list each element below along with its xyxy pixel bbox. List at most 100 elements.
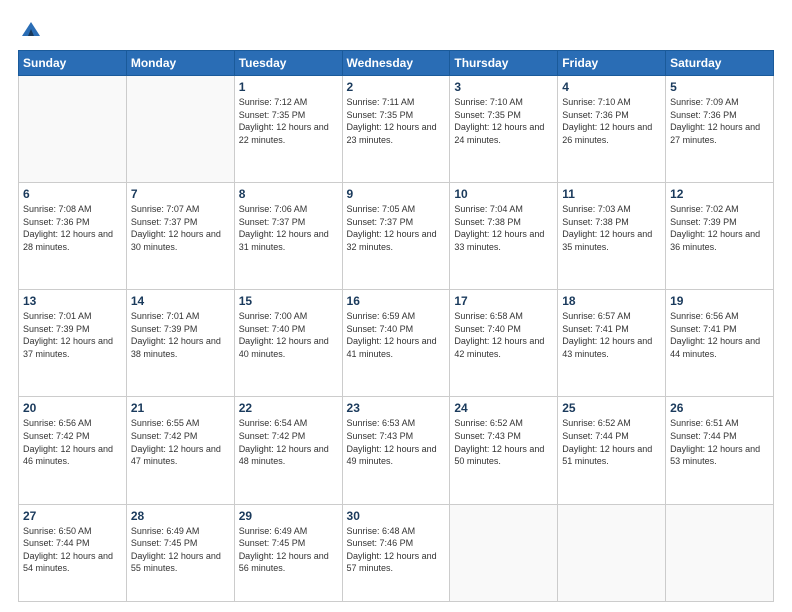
day-info: Sunrise: 6:56 AMSunset: 7:41 PMDaylight:… — [670, 310, 769, 360]
day-number: 30 — [347, 509, 446, 523]
day-number: 6 — [23, 187, 122, 201]
day-number: 22 — [239, 401, 338, 415]
day-number: 25 — [562, 401, 661, 415]
day-number: 14 — [131, 294, 230, 308]
day-number: 9 — [347, 187, 446, 201]
day-info: Sunrise: 6:55 AMSunset: 7:42 PMDaylight:… — [131, 417, 230, 467]
calendar-cell: 8 Sunrise: 7:06 AMSunset: 7:37 PMDaylight… — [234, 183, 342, 290]
day-number: 24 — [454, 401, 553, 415]
day-number: 21 — [131, 401, 230, 415]
day-info: Sunrise: 7:10 AMSunset: 7:36 PMDaylight:… — [562, 96, 661, 146]
day-info: Sunrise: 7:05 AMSunset: 7:37 PMDaylight:… — [347, 203, 446, 253]
calendar-cell: 14Sunrise: 7:01 AMSunset: 7:39 PMDayligh… — [126, 290, 234, 397]
calendar-cell — [126, 76, 234, 183]
day-number: 4 — [562, 80, 661, 94]
weekday-header-saturday: Saturday — [666, 51, 774, 76]
day-info: Sunrise: 6:54 AMSunset: 7:42 PMDaylight:… — [239, 417, 338, 467]
day-number: 17 — [454, 294, 553, 308]
day-number: 5 — [670, 80, 769, 94]
week-row-2: 6 Sunrise: 7:08 AMSunset: 7:36 PMDaylight… — [19, 183, 774, 290]
day-number: 29 — [239, 509, 338, 523]
calendar-cell — [558, 504, 666, 601]
day-info: Sunrise: 7:08 AMSunset: 7:36 PMDaylight:… — [23, 203, 122, 253]
day-number: 11 — [562, 187, 661, 201]
day-number: 12 — [670, 187, 769, 201]
week-row-3: 13 Sunrise: 7:01 AMSunset: 7:39 PMDayligh… — [19, 290, 774, 397]
calendar-cell: 15 Sunrise: 7:00 AMSunset: 7:40 PMDayligh… — [234, 290, 342, 397]
day-info: Sunrise: 6:52 AMSunset: 7:44 PMDaylight:… — [562, 417, 661, 467]
day-info: Sunrise: 6:49 AMSunset: 7:45 PMDaylight:… — [131, 525, 230, 575]
calendar-cell: 6 Sunrise: 7:08 AMSunset: 7:36 PMDaylight… — [19, 183, 127, 290]
calendar-cell: 1Sunrise: 7:12 AMSunset: 7:35 PMDaylight… — [234, 76, 342, 183]
day-number: 8 — [239, 187, 338, 201]
page: SundayMondayTuesdayWednesdayThursdayFrid… — [0, 0, 792, 612]
day-info: Sunrise: 7:07 AMSunset: 7:37 PMDaylight:… — [131, 203, 230, 253]
day-info: Sunrise: 7:12 AMSunset: 7:35 PMDaylight:… — [239, 96, 338, 146]
day-info: Sunrise: 6:59 AMSunset: 7:40 PMDaylight:… — [347, 310, 446, 360]
calendar-cell: 24 Sunrise: 6:52 AMSunset: 7:43 PMDayligh… — [450, 397, 558, 504]
calendar-cell: 2Sunrise: 7:11 AMSunset: 7:35 PMDaylight… — [342, 76, 450, 183]
header — [18, 18, 774, 40]
weekday-header-friday: Friday — [558, 51, 666, 76]
day-number: 27 — [23, 509, 122, 523]
day-info: Sunrise: 6:48 AMSunset: 7:46 PMDaylight:… — [347, 525, 446, 575]
calendar-cell: 21 Sunrise: 6:55 AMSunset: 7:42 PMDayligh… — [126, 397, 234, 504]
week-row-1: 1Sunrise: 7:12 AMSunset: 7:35 PMDaylight… — [19, 76, 774, 183]
day-info: Sunrise: 7:04 AMSunset: 7:38 PMDaylight:… — [454, 203, 553, 253]
logo-icon — [20, 18, 42, 40]
week-row-4: 20 Sunrise: 6:56 AMSunset: 7:42 PMDayligh… — [19, 397, 774, 504]
day-info: Sunrise: 7:06 AMSunset: 7:37 PMDaylight:… — [239, 203, 338, 253]
calendar-cell: 20 Sunrise: 6:56 AMSunset: 7:42 PMDayligh… — [19, 397, 127, 504]
day-number: 28 — [131, 509, 230, 523]
day-info: Sunrise: 6:56 AMSunset: 7:42 PMDaylight:… — [23, 417, 122, 467]
calendar-cell: 7 Sunrise: 7:07 AMSunset: 7:37 PMDaylight… — [126, 183, 234, 290]
calendar-cell: 17 Sunrise: 6:58 AMSunset: 7:40 PMDayligh… — [450, 290, 558, 397]
calendar-cell: 16 Sunrise: 6:59 AMSunset: 7:40 PMDayligh… — [342, 290, 450, 397]
calendar-cell: 19 Sunrise: 6:56 AMSunset: 7:41 PMDayligh… — [666, 290, 774, 397]
day-number: 10 — [454, 187, 553, 201]
week-row-5: 27Sunrise: 6:50 AMSunset: 7:44 PMDayligh… — [19, 504, 774, 601]
calendar-cell: 4 Sunrise: 7:10 AMSunset: 7:36 PMDaylight… — [558, 76, 666, 183]
calendar-cell: 18 Sunrise: 6:57 AMSunset: 7:41 PMDayligh… — [558, 290, 666, 397]
calendar-cell — [19, 76, 127, 183]
day-number: 13 — [23, 294, 122, 308]
calendar-cell — [450, 504, 558, 601]
calendar-cell: 9 Sunrise: 7:05 AMSunset: 7:37 PMDaylight… — [342, 183, 450, 290]
day-number: 18 — [562, 294, 661, 308]
calendar-cell: 3 Sunrise: 7:10 AMSunset: 7:35 PMDaylight… — [450, 76, 558, 183]
day-number: 15 — [239, 294, 338, 308]
day-number: 26 — [670, 401, 769, 415]
day-info: Sunrise: 7:02 AMSunset: 7:39 PMDaylight:… — [670, 203, 769, 253]
calendar-cell: 11Sunrise: 7:03 AMSunset: 7:38 PMDayligh… — [558, 183, 666, 290]
day-number: 3 — [454, 80, 553, 94]
day-info: Sunrise: 6:58 AMSunset: 7:40 PMDaylight:… — [454, 310, 553, 360]
day-info: Sunrise: 6:51 AMSunset: 7:44 PMDaylight:… — [670, 417, 769, 467]
calendar-cell: 22 Sunrise: 6:54 AMSunset: 7:42 PMDayligh… — [234, 397, 342, 504]
weekday-header-thursday: Thursday — [450, 51, 558, 76]
calendar-cell: 12 Sunrise: 7:02 AMSunset: 7:39 PMDayligh… — [666, 183, 774, 290]
calendar-cell: 29 Sunrise: 6:49 AMSunset: 7:45 PMDayligh… — [234, 504, 342, 601]
calendar-cell: 13 Sunrise: 7:01 AMSunset: 7:39 PMDayligh… — [19, 290, 127, 397]
calendar-cell: 5Sunrise: 7:09 AMSunset: 7:36 PMDaylight… — [666, 76, 774, 183]
calendar-cell: 27Sunrise: 6:50 AMSunset: 7:44 PMDayligh… — [19, 504, 127, 601]
weekday-header-monday: Monday — [126, 51, 234, 76]
day-info: Sunrise: 7:10 AMSunset: 7:35 PMDaylight:… — [454, 96, 553, 146]
calendar-cell: 10 Sunrise: 7:04 AMSunset: 7:38 PMDayligh… — [450, 183, 558, 290]
day-number: 19 — [670, 294, 769, 308]
day-info: Sunrise: 7:00 AMSunset: 7:40 PMDaylight:… — [239, 310, 338, 360]
day-info: Sunrise: 7:11 AMSunset: 7:35 PMDaylight:… — [347, 96, 446, 146]
day-info: Sunrise: 6:57 AMSunset: 7:41 PMDaylight:… — [562, 310, 661, 360]
calendar-cell: 28 Sunrise: 6:49 AMSunset: 7:45 PMDayligh… — [126, 504, 234, 601]
day-info: Sunrise: 6:52 AMSunset: 7:43 PMDaylight:… — [454, 417, 553, 467]
day-info: Sunrise: 7:01 AMSunset: 7:39 PMDaylight:… — [23, 310, 122, 360]
day-info: Sunrise: 6:49 AMSunset: 7:45 PMDaylight:… — [239, 525, 338, 575]
weekday-header-sunday: Sunday — [19, 51, 127, 76]
day-number: 16 — [347, 294, 446, 308]
day-number: 7 — [131, 187, 230, 201]
logo — [18, 18, 42, 40]
day-number: 20 — [23, 401, 122, 415]
calendar-table: SundayMondayTuesdayWednesdayThursdayFrid… — [18, 50, 774, 602]
calendar-cell: 25 Sunrise: 6:52 AMSunset: 7:44 PMDayligh… — [558, 397, 666, 504]
day-number: 23 — [347, 401, 446, 415]
calendar-cell: 26 Sunrise: 6:51 AMSunset: 7:44 PMDayligh… — [666, 397, 774, 504]
